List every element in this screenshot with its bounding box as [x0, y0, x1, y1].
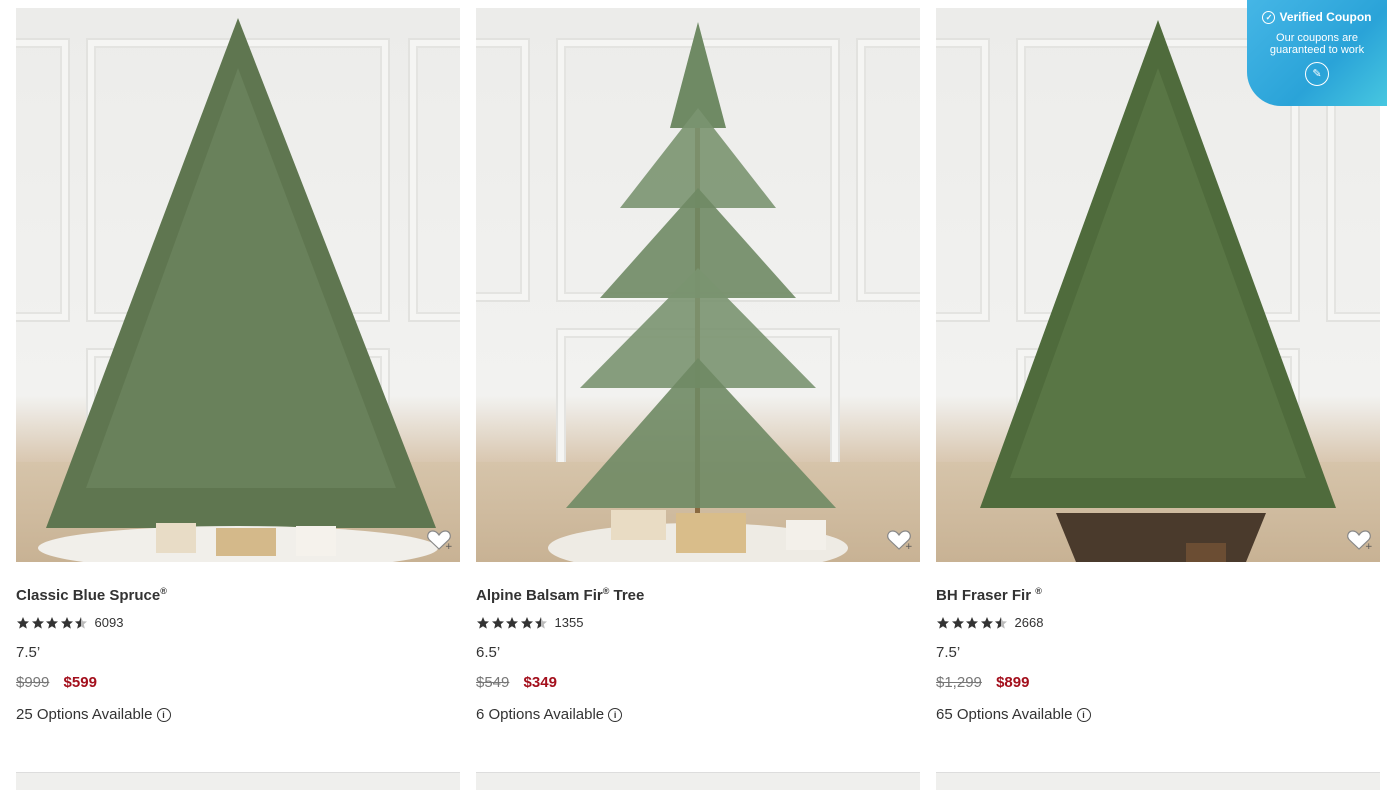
star-icon [980, 616, 993, 629]
coupon-subtitle: Our coupons are guaranteed to work [1269, 32, 1365, 56]
check-circle-icon: ✓ [1262, 10, 1276, 24]
rating-stars [476, 616, 549, 630]
product-title[interactable]: Classic Blue Spruce® [16, 586, 167, 604]
sale-price: $349 [523, 674, 557, 691]
next-row-product-image[interactable] [16, 772, 460, 790]
original-price: $1,299 [936, 674, 982, 691]
review-count[interactable]: 6093 [95, 615, 124, 630]
star-icon [937, 616, 949, 629]
product-prices: $549 $349 [476, 674, 557, 691]
coupon-title: Verified Coupon [1279, 10, 1372, 24]
info-icon[interactable]: i [608, 707, 623, 722]
wishlist-heart-icon[interactable]: + [886, 528, 912, 552]
original-price: $999 [16, 674, 50, 691]
star-half-icon [995, 616, 1007, 629]
product-rating: 1355 [476, 615, 583, 630]
verified-coupon-widget[interactable]: ✓ Verified Coupon Our coupons are guaran… [1247, 0, 1387, 106]
rating-stars [936, 616, 1009, 630]
product-title[interactable]: Alpine Balsam Fir® Tree [476, 586, 644, 604]
original-price: $549 [476, 674, 510, 691]
star-icon [506, 616, 518, 629]
info-icon[interactable]: i [156, 707, 171, 722]
next-row-product-image[interactable] [936, 772, 1380, 790]
star-icon [31, 616, 44, 629]
tree-illustration [38, 18, 438, 562]
product-rating: 6093 [16, 615, 123, 630]
svg-text:+: + [1365, 542, 1372, 552]
star-icon [491, 616, 504, 629]
rating-stars [16, 616, 89, 630]
info-icon[interactable]: i [1076, 707, 1091, 722]
options-label: 65 Options Available [936, 706, 1073, 723]
product-card-2[interactable]: + Alpine Balsam Fir® Tree 1355 6.5’ $549… [476, 8, 920, 723]
options-label: 6 Options Available [476, 706, 605, 723]
product-size: 6.5’ [476, 644, 501, 661]
star-icon [966, 616, 978, 629]
product-image[interactable]: + [476, 8, 920, 562]
review-count[interactable]: 2668 [1015, 615, 1044, 630]
options-available[interactable]: 65 Options Available i [936, 706, 1091, 723]
star-icon [520, 616, 533, 629]
options-available[interactable]: 6 Options Available i [476, 706, 623, 723]
product-prices: $999 $599 [16, 674, 97, 691]
chat-icon[interactable]: ✎ [1305, 62, 1329, 86]
star-icon [477, 616, 489, 629]
product-image[interactable]: + [16, 8, 460, 562]
svg-text:+: + [905, 542, 912, 552]
wishlist-heart-icon[interactable]: + [426, 528, 452, 552]
next-row-product-image[interactable] [476, 772, 920, 790]
product-card-1[interactable]: + Classic Blue Spruce® 6093 7.5’ $999 $5… [16, 8, 460, 723]
star-icon [951, 616, 964, 629]
svg-text:+: + [445, 542, 452, 552]
star-icon [17, 616, 29, 629]
wishlist-heart-icon[interactable]: + [1346, 528, 1372, 552]
star-half-icon [75, 616, 87, 629]
options-label: 25 Options Available [16, 706, 153, 723]
options-available[interactable]: 25 Options Available i [16, 706, 171, 723]
product-title[interactable]: BH Fraser Fir ® [936, 586, 1042, 604]
tree-illustration [548, 22, 848, 562]
product-rating: 2668 [936, 615, 1043, 630]
product-size: 7.5’ [936, 644, 961, 661]
product-size: 7.5’ [16, 644, 41, 661]
sale-price: $599 [63, 674, 97, 691]
star-half-icon [535, 616, 547, 629]
review-count[interactable]: 1355 [555, 615, 584, 630]
star-icon [46, 616, 58, 629]
star-icon [60, 616, 73, 629]
sale-price: $899 [996, 674, 1030, 691]
product-prices: $1,299 $899 [936, 674, 1029, 691]
